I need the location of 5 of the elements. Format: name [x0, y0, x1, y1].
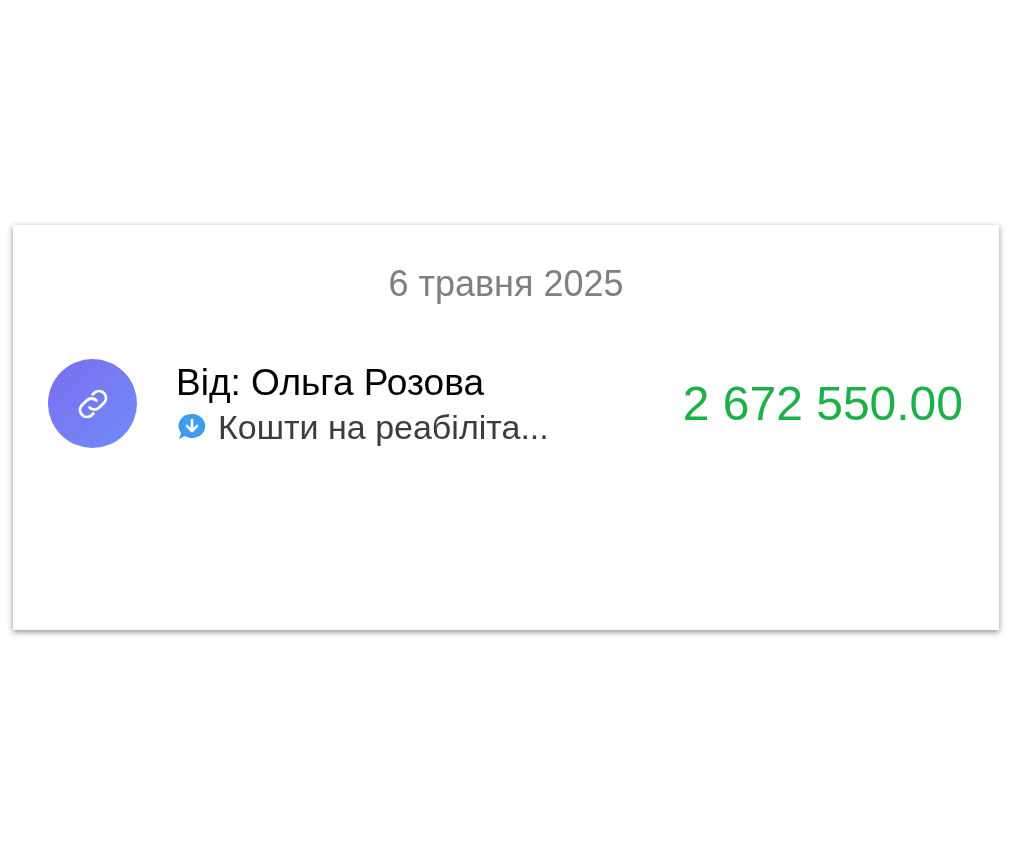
- sender-name: Від: Ольга Розова: [176, 360, 485, 405]
- comment-icon: [176, 411, 208, 442]
- date-header: 6 травня 2025: [387, 263, 625, 305]
- transaction-comment: Кошти на реабіліта...: [218, 406, 549, 447]
- transaction-amount: 2 672 550.00: [682, 375, 963, 432]
